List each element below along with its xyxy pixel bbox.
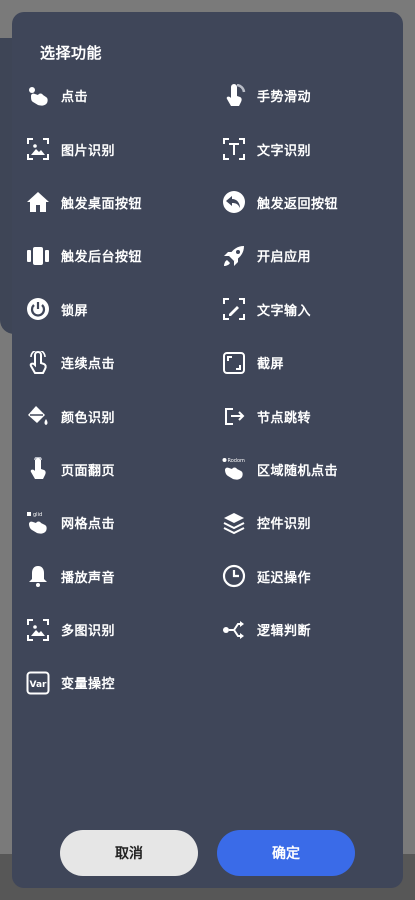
- function-label: 触发桌面按钮: [61, 196, 143, 212]
- bell-icon: [26, 564, 50, 588]
- logic-branch-icon: [222, 618, 246, 642]
- function-item-text-recognize[interactable]: 文字识别: [222, 122, 311, 175]
- grid-row: 播放声音 延迟操作: [12, 550, 403, 603]
- function-label: 触发后台按钮: [61, 250, 143, 266]
- function-item-home-button[interactable]: 触发桌面按钮: [26, 176, 142, 229]
- function-item-delay[interactable]: 延迟操作: [222, 550, 311, 603]
- function-label: 点击: [61, 90, 89, 106]
- function-label: 区域随机点击: [257, 463, 339, 479]
- tap-icon: [26, 84, 50, 108]
- function-label: 播放声音: [61, 570, 116, 586]
- function-item-page-turn[interactable]: 页面翻页: [26, 443, 115, 496]
- function-label: 页面翻页: [61, 463, 116, 479]
- paint-bucket-icon: [26, 404, 50, 428]
- grid-row: 点击 手势滑动: [12, 69, 403, 122]
- clock-icon: [222, 564, 246, 588]
- function-label: 截屏: [257, 357, 285, 373]
- function-label: 文字识别: [257, 143, 312, 159]
- node-jump-icon: [222, 404, 246, 428]
- text-recognize-icon: [222, 137, 246, 161]
- function-label: 网格点击: [61, 517, 116, 533]
- grid-row: 触发后台按钮 开启应用: [12, 229, 403, 282]
- dialog-title: 选择功能: [40, 44, 103, 62]
- function-label: 颜色识别: [61, 410, 116, 426]
- variable-badge-text: Var: [30, 680, 48, 690]
- function-label: 延迟操作: [257, 570, 312, 586]
- grid-row: Var 变量操控: [12, 656, 403, 709]
- function-item-recents-button[interactable]: 触发后台按钮: [26, 229, 142, 282]
- back-icon: [222, 190, 246, 214]
- grid-row: glid 网格点击 控件识别: [12, 496, 403, 549]
- grid-row: 颜色识别 节点跳转: [12, 389, 403, 442]
- function-label: 逻辑判断: [257, 624, 312, 640]
- layers-icon: [222, 511, 246, 535]
- function-item-back-button[interactable]: 触发返回按钮: [222, 176, 338, 229]
- function-item-variable[interactable]: Var 变量操控: [26, 656, 115, 709]
- multi-image-icon: [26, 618, 50, 642]
- function-label: 文字输入: [257, 303, 312, 319]
- function-item-launch-app[interactable]: 开启应用: [222, 229, 311, 282]
- cancel-button[interactable]: 取消: [60, 830, 198, 876]
- function-label: 图片识别: [61, 143, 116, 159]
- grid-badge-text: glid: [33, 512, 42, 518]
- grid-row: 连续点击 截屏: [12, 336, 403, 389]
- text-input-icon: [222, 297, 246, 321]
- function-label: 节点跳转: [257, 410, 312, 426]
- function-item-lock-screen[interactable]: 锁屏: [26, 283, 88, 336]
- grid-row: 锁屏 文字输入: [12, 283, 403, 336]
- function-label: 变量操控: [61, 677, 116, 693]
- swipe-icon: [222, 83, 246, 108]
- random-badge-text: Rodom: [228, 458, 246, 464]
- function-item-continuous-tap[interactable]: 连续点击: [26, 336, 115, 389]
- function-item-node-jump[interactable]: 节点跳转: [222, 389, 311, 442]
- function-item-tap[interactable]: 点击: [26, 69, 88, 122]
- function-item-play-sound[interactable]: 播放声音: [26, 550, 115, 603]
- function-item-color-recognize[interactable]: 颜色识别: [26, 389, 115, 442]
- function-label: 开启应用: [257, 250, 312, 266]
- function-label: 控件识别: [257, 517, 312, 533]
- function-item-widget-recognize[interactable]: 控件识别: [222, 496, 311, 549]
- home-icon: [26, 190, 50, 214]
- function-item-image-recognize[interactable]: 图片识别: [26, 122, 115, 175]
- function-item-random-area-tap[interactable]: Rodom 区域随机点击: [222, 443, 338, 496]
- grid-tap-icon: glid: [26, 511, 50, 535]
- random-tap-icon: Rodom: [222, 457, 246, 481]
- function-label: 锁屏: [61, 303, 89, 319]
- rocket-icon: [222, 244, 246, 268]
- image-recognize-icon: [26, 137, 50, 161]
- function-item-text-input[interactable]: 文字输入: [222, 283, 311, 336]
- function-label: 多图识别: [61, 624, 116, 640]
- recents-icon: [26, 244, 50, 268]
- grid-row: 触发桌面按钮 触发返回按钮: [12, 176, 403, 229]
- confirm-button[interactable]: 确定: [217, 830, 355, 876]
- function-grid: 点击 手势滑动 图片识别 文字识别 触发桌面按钮 触发返回按钮 触发后台按钮 开…: [12, 69, 403, 710]
- multi-tap-icon: [26, 350, 50, 375]
- function-item-grid-tap[interactable]: glid 网格点击: [26, 496, 115, 549]
- grid-row: 多图识别 逻辑判断: [12, 603, 403, 656]
- power-icon: [26, 297, 50, 321]
- function-label: 触发返回按钮: [257, 196, 339, 212]
- screenshot-icon: [222, 351, 246, 375]
- grid-row: 页面翻页 Rodom 区域随机点击: [12, 443, 403, 496]
- grid-row: 图片识别 文字识别: [12, 122, 403, 175]
- select-function-dialog: 选择功能 点击 手势滑动 图片识别 文字识别 触发桌面按钮 触发返回按钮 触发后…: [12, 12, 403, 888]
- function-item-screenshot[interactable]: 截屏: [222, 336, 284, 389]
- function-label: 连续点击: [61, 357, 116, 373]
- page-turn-icon: [26, 457, 50, 481]
- function-label: 手势滑动: [257, 90, 312, 106]
- variable-icon: Var: [26, 671, 50, 695]
- function-item-swipe[interactable]: 手势滑动: [222, 69, 311, 122]
- function-item-multi-image-recognize[interactable]: 多图识别: [26, 603, 115, 656]
- function-item-logic-branch[interactable]: 逻辑判断: [222, 603, 311, 656]
